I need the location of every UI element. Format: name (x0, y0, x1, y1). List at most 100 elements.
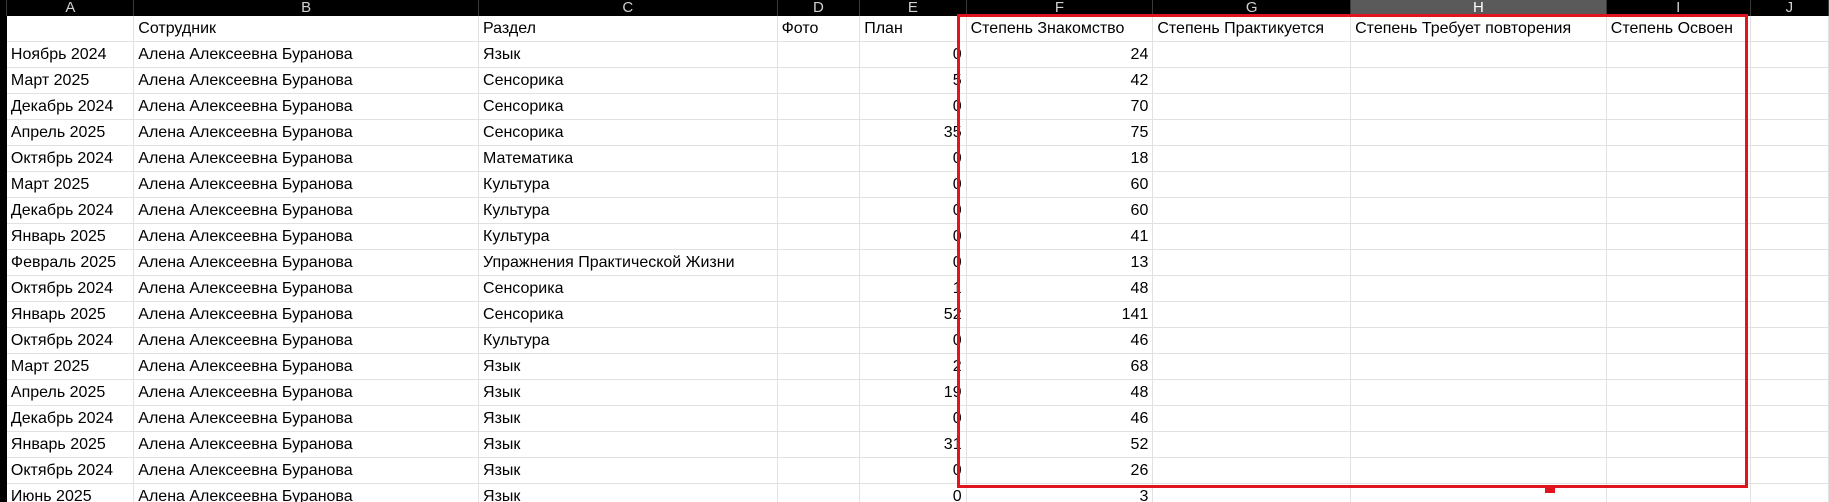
cell[interactable] (1606, 119, 1751, 146)
cell[interactable] (777, 93, 861, 120)
cell[interactable]: Культура (478, 197, 778, 224)
cell[interactable] (1606, 67, 1751, 94)
cell[interactable] (1606, 197, 1751, 224)
column-header-j[interactable]: J (1750, 0, 1829, 16)
cell[interactable] (1152, 119, 1352, 146)
row-header[interactable] (0, 483, 7, 502)
cell[interactable] (1750, 379, 1829, 406)
cell[interactable] (1350, 353, 1607, 380)
cell[interactable] (1606, 93, 1751, 120)
cell[interactable] (1350, 171, 1607, 198)
cell[interactable]: Алена Алексеевна Буранова (133, 249, 480, 276)
cell[interactable] (1750, 405, 1829, 432)
row-header[interactable] (0, 405, 7, 432)
cell[interactable]: Алена Алексеевна Буранова (133, 431, 480, 458)
column-header-i[interactable]: I (1606, 0, 1751, 16)
cell[interactable]: Сенсорика (478, 119, 778, 146)
row-header[interactable] (0, 197, 7, 224)
cell[interactable]: 46 (966, 405, 1154, 432)
cell[interactable]: Степень Освоен (1606, 16, 1751, 42)
cell[interactable] (1152, 171, 1352, 198)
cell[interactable]: Сенсорика (478, 301, 778, 328)
cell[interactable]: 48 (966, 379, 1154, 406)
cell[interactable]: 18 (966, 145, 1154, 172)
cell[interactable] (1750, 93, 1829, 120)
cell[interactable] (1152, 483, 1352, 502)
cell[interactable] (6, 16, 135, 42)
cell[interactable]: Алена Алексеевна Буранова (133, 457, 480, 484)
cell[interactable]: Сенсорика (478, 275, 778, 302)
cell[interactable] (1152, 431, 1352, 458)
cell[interactable]: Алена Алексеевна Буранова (133, 327, 480, 354)
cell[interactable] (1350, 249, 1607, 276)
cell[interactable] (1152, 327, 1352, 354)
cell[interactable] (1350, 431, 1607, 458)
cell[interactable]: 31 (859, 431, 967, 458)
cell[interactable] (1350, 301, 1607, 328)
cell[interactable]: 0 (859, 93, 967, 120)
cell[interactable] (1152, 353, 1352, 380)
cell[interactable]: Март 2025 (6, 171, 135, 198)
row-header[interactable] (0, 119, 7, 146)
cell[interactable]: Культура (478, 171, 778, 198)
cell[interactable]: Упражнения Практической Жизни (478, 249, 778, 276)
cell[interactable]: Январь 2025 (6, 223, 135, 250)
row-header[interactable] (0, 327, 7, 354)
cell[interactable]: 26 (966, 457, 1154, 484)
cell[interactable]: Апрель 2025 (6, 119, 135, 146)
cell[interactable] (1606, 483, 1751, 502)
cell[interactable]: Степень Требует повторения (1350, 16, 1607, 42)
cell[interactable] (777, 249, 861, 276)
cell[interactable] (777, 67, 861, 94)
cell[interactable]: 41 (966, 223, 1154, 250)
cell[interactable]: Алена Алексеевна Буранова (133, 223, 480, 250)
column-header-e[interactable]: E (859, 0, 967, 16)
cell[interactable] (1606, 379, 1751, 406)
cell[interactable] (1350, 457, 1607, 484)
cell[interactable]: Декабрь 2024 (6, 405, 135, 432)
row-header[interactable] (0, 431, 7, 458)
cell[interactable] (1750, 249, 1829, 276)
cell[interactable] (1350, 119, 1607, 146)
cell[interactable]: 24 (966, 41, 1154, 68)
cell[interactable]: 0 (859, 145, 967, 172)
row-header[interactable] (0, 301, 7, 328)
cell[interactable] (777, 483, 861, 502)
cell[interactable]: Математика (478, 145, 778, 172)
cell[interactable] (1750, 431, 1829, 458)
cell[interactable] (1152, 275, 1352, 302)
fill-handle[interactable] (1545, 488, 1555, 493)
cell[interactable]: Алена Алексеевна Буранова (133, 67, 480, 94)
cell[interactable]: Алена Алексеевна Буранова (133, 93, 480, 120)
cell[interactable]: 46 (966, 327, 1154, 354)
cell[interactable]: Алена Алексеевна Буранова (133, 41, 480, 68)
cell[interactable] (1750, 301, 1829, 328)
cell[interactable]: 0 (859, 223, 967, 250)
cell[interactable] (1750, 353, 1829, 380)
cell[interactable] (1606, 405, 1751, 432)
cell[interactable] (1152, 223, 1352, 250)
cell[interactable] (1606, 145, 1751, 172)
cell[interactable] (777, 197, 861, 224)
cell[interactable]: Язык (478, 483, 778, 502)
cell[interactable]: Январь 2025 (6, 431, 135, 458)
cell[interactable] (777, 223, 861, 250)
cell[interactable] (1152, 145, 1352, 172)
cell[interactable] (1606, 457, 1751, 484)
cell[interactable]: Алена Алексеевна Буранова (133, 275, 480, 302)
cell[interactable] (1152, 41, 1352, 68)
cell[interactable] (777, 405, 861, 432)
cell[interactable]: Алена Алексеевна Буранова (133, 405, 480, 432)
cell[interactable] (1152, 93, 1352, 120)
cell[interactable]: Алена Алексеевна Буранова (133, 379, 480, 406)
cell[interactable] (1750, 119, 1829, 146)
cell[interactable] (1606, 249, 1751, 276)
cell[interactable] (1152, 301, 1352, 328)
cell[interactable] (1350, 67, 1607, 94)
cell[interactable] (777, 171, 861, 198)
cell[interactable]: Сенсорика (478, 67, 778, 94)
cell[interactable] (1750, 67, 1829, 94)
row-header[interactable] (0, 93, 7, 120)
cell[interactable]: 48 (966, 275, 1154, 302)
cell[interactable] (1350, 145, 1607, 172)
